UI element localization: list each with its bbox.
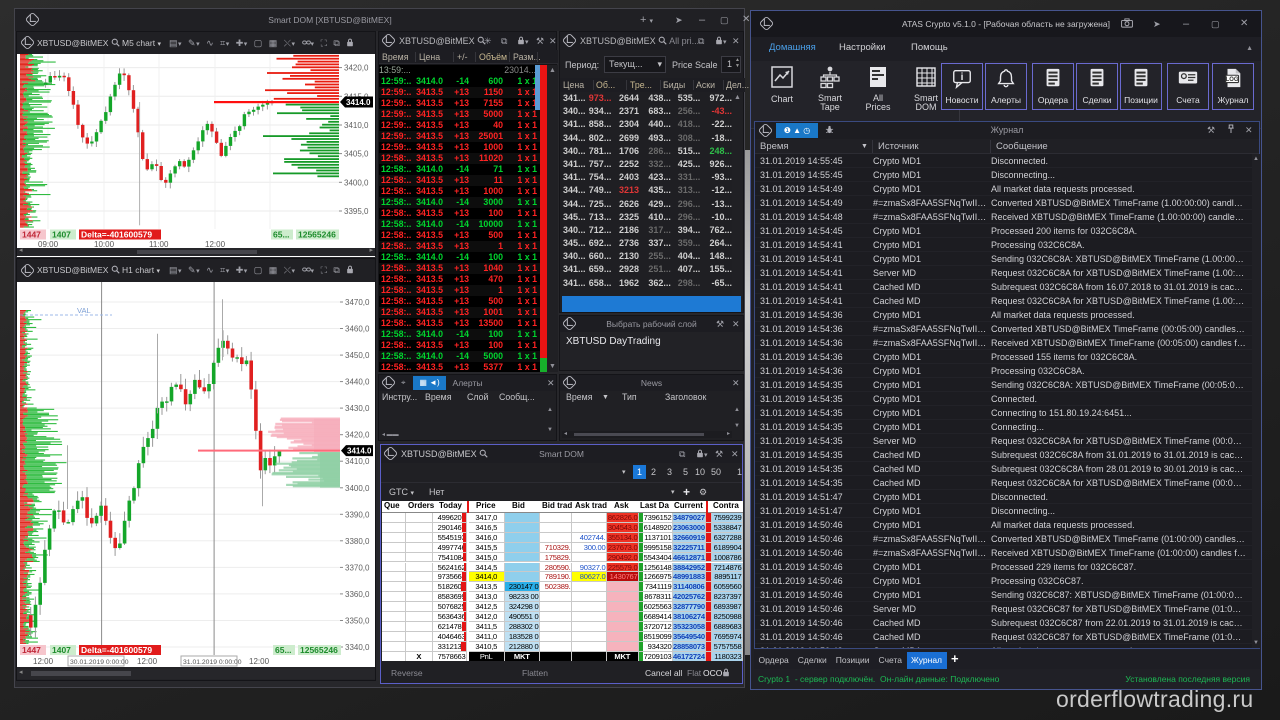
svg-text:3360,0: 3360,0 bbox=[345, 590, 370, 599]
svg-text:3420,0: 3420,0 bbox=[344, 64, 369, 73]
svg-text:12:00: 12:00 bbox=[249, 657, 270, 666]
svg-text:65...: 65... bbox=[273, 230, 290, 240]
svg-text:Delta=-401600579: Delta=-401600579 bbox=[81, 230, 152, 240]
svg-text:3450,0: 3450,0 bbox=[345, 351, 370, 360]
svg-text:3395,0: 3395,0 bbox=[344, 207, 369, 216]
svg-text:3440,0: 3440,0 bbox=[345, 378, 370, 387]
svg-text:3410,0: 3410,0 bbox=[344, 121, 369, 130]
svg-text:12565246: 12565246 bbox=[300, 645, 338, 655]
svg-text:3460,0: 3460,0 bbox=[345, 325, 370, 334]
svg-text:3414.0: 3414.0 bbox=[346, 98, 371, 107]
svg-text:3380,0: 3380,0 bbox=[345, 537, 370, 546]
svg-text:3410,0: 3410,0 bbox=[345, 457, 370, 466]
svg-text:12:00: 12:00 bbox=[33, 657, 54, 666]
svg-text:VAL: VAL bbox=[77, 306, 91, 315]
svg-text:1447: 1447 bbox=[22, 645, 41, 655]
svg-text:3400,0: 3400,0 bbox=[345, 484, 370, 493]
svg-text:3370,0: 3370,0 bbox=[345, 563, 370, 572]
svg-text:Delta=-401600579: Delta=-401600579 bbox=[81, 645, 152, 655]
svg-text:30.01.2019 0:00:00: 30.01.2019 0:00:00 bbox=[70, 659, 129, 666]
svg-text:3390,0: 3390,0 bbox=[345, 510, 370, 519]
svg-text:3414.0: 3414.0 bbox=[347, 447, 372, 456]
svg-text:1407: 1407 bbox=[52, 645, 71, 655]
svg-text:3340,0: 3340,0 bbox=[345, 643, 370, 652]
svg-text:1407: 1407 bbox=[52, 230, 71, 240]
svg-text:3405,0: 3405,0 bbox=[344, 150, 369, 159]
svg-text:12:00: 12:00 bbox=[137, 657, 158, 666]
svg-text:1447: 1447 bbox=[22, 230, 41, 240]
svg-text:3430,0: 3430,0 bbox=[345, 404, 370, 413]
svg-text:31.01.2019 0:00:00: 31.01.2019 0:00:00 bbox=[183, 659, 242, 666]
svg-text:3400,0: 3400,0 bbox=[344, 178, 369, 187]
svg-text:3350,0: 3350,0 bbox=[345, 617, 370, 626]
svg-text:LOG: LOG bbox=[1226, 77, 1239, 83]
svg-text:65...: 65... bbox=[275, 645, 292, 655]
svg-text:i: i bbox=[961, 72, 964, 83]
svg-text:12565246: 12565246 bbox=[298, 230, 336, 240]
svg-text:3420,0: 3420,0 bbox=[345, 431, 370, 440]
svg-text:3470,0: 3470,0 bbox=[345, 298, 370, 307]
